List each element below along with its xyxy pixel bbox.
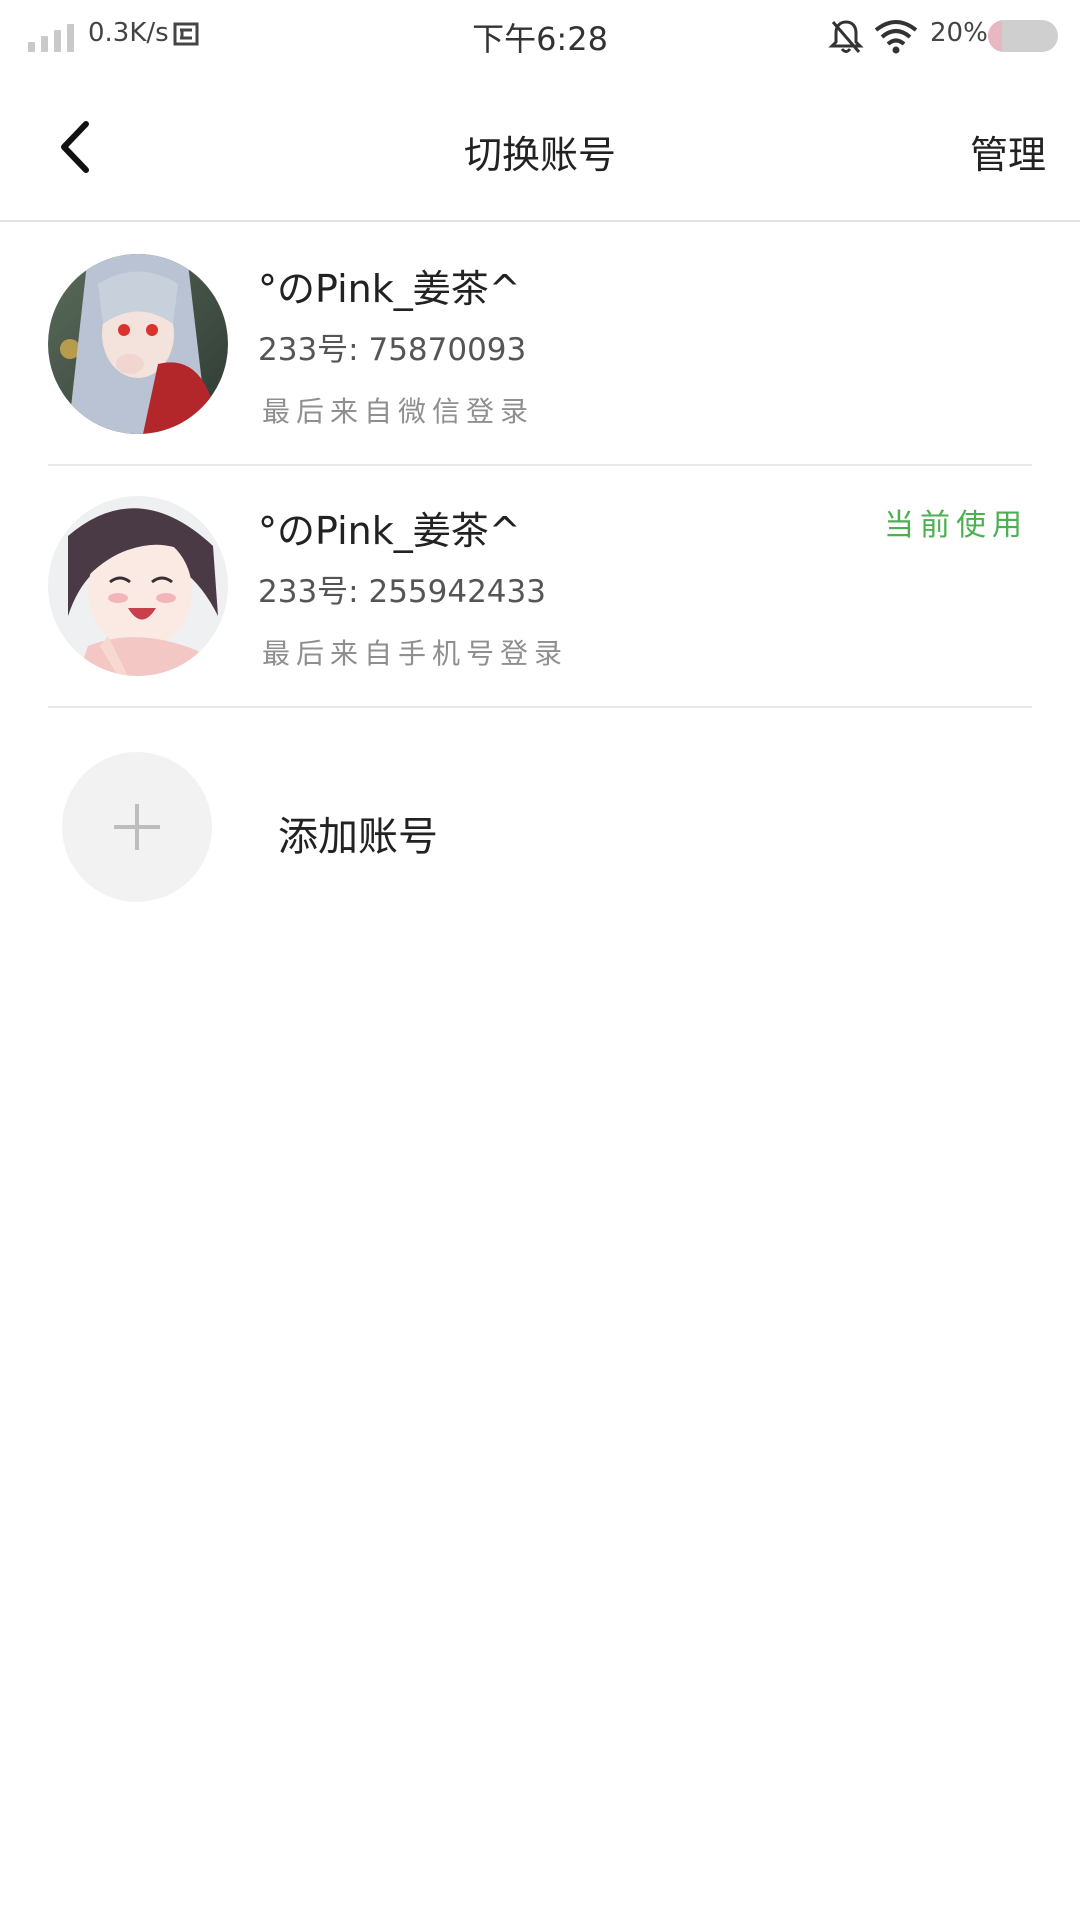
page-title: 切换账号 <box>463 133 616 177</box>
wifi-icon <box>874 20 918 54</box>
avatar <box>48 496 228 676</box>
status-bar: 0.3K/s 下午6:28 20% <box>0 0 1080 72</box>
manage-button[interactable]: 管理 <box>970 124 1046 179</box>
account-name: °のPink_姜茶^ <box>258 509 521 553</box>
current-account-badge: 当前使用 <box>884 508 1028 543</box>
add-account-button[interactable]: 添加账号 <box>48 752 1032 902</box>
battery-level-fill <box>988 20 1002 52</box>
account-item[interactable]: °のPink_姜茶^ 233号: 75870093 最后来自微信登录 <box>48 224 1032 466</box>
bell-off-icon <box>828 20 864 53</box>
account-login-source: 最后来自微信登录 <box>262 395 535 428</box>
battery-percent: 20% <box>930 18 988 48</box>
account-id: 233号: 75870093 <box>258 332 527 368</box>
account-login-source: 最后来自手机号登录 <box>262 637 569 670</box>
account-id: 233号: 255942433 <box>258 574 546 610</box>
add-account-label: 添加账号 <box>278 814 438 860</box>
battery-icon <box>988 20 1058 52</box>
avatar <box>48 254 228 434</box>
title-bar: 切换账号 管理 <box>0 72 1080 222</box>
plus-icon[interactable] <box>62 752 212 902</box>
account-name: °のPink_姜茶^ <box>258 267 521 311</box>
account-item[interactable]: °のPink_姜茶^ 当前使用 233号: 255942433 最后来自手机号登… <box>48 466 1032 708</box>
